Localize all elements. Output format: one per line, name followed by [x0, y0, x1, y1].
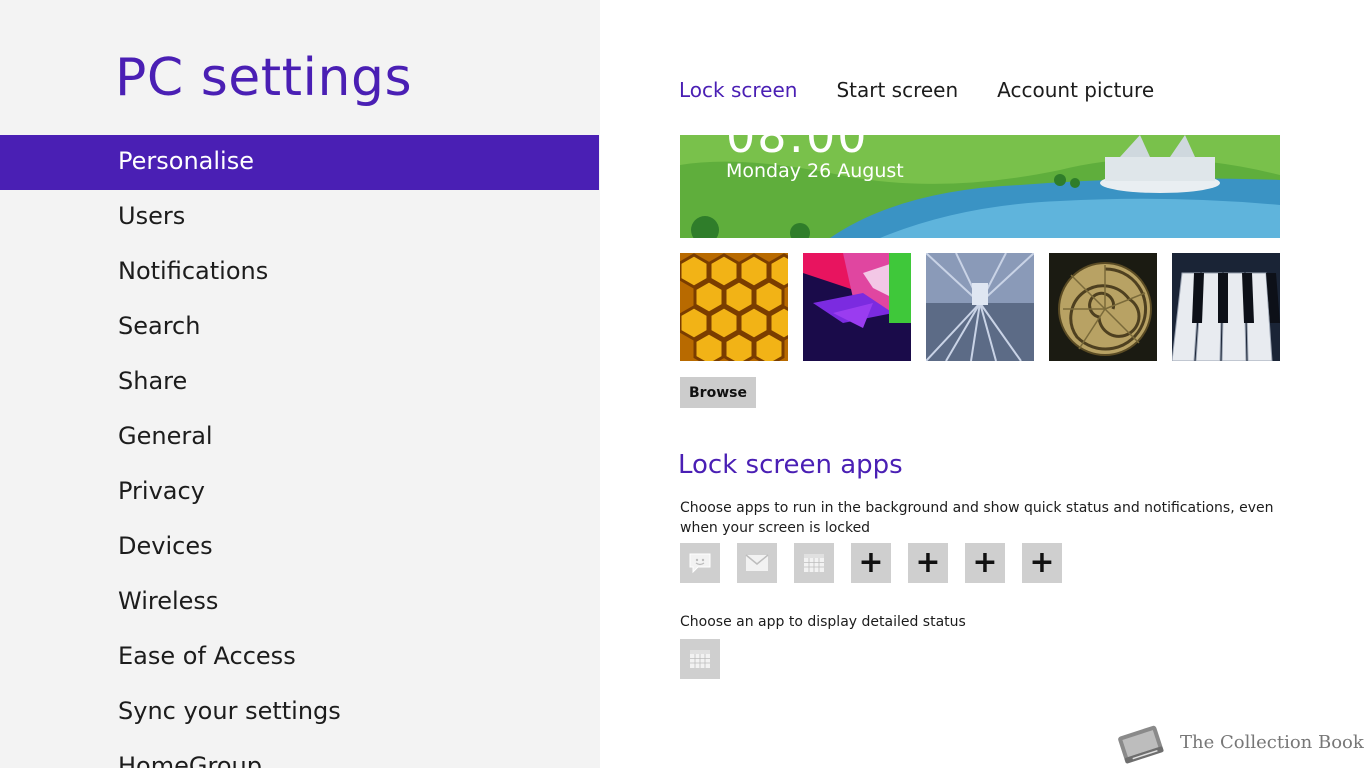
nav-item-search[interactable]: Search — [0, 300, 599, 355]
tab-start-screen[interactable]: Start screen — [836, 78, 958, 102]
detailed-status-app-slot[interactable] — [680, 639, 720, 679]
nav-item-share[interactable]: Share — [0, 355, 599, 410]
detailed-status-label: Choose an app to display detailed status — [680, 614, 966, 630]
lock-screen-app-slots: + + + + — [680, 543, 1062, 583]
nav-item-ease-of-access[interactable]: Ease of Access — [0, 630, 599, 685]
preview-time: 08:00 — [726, 135, 869, 163]
lock-screen-preview: 08:00 Monday 26 August — [680, 135, 1280, 238]
nav-item-privacy[interactable]: Privacy — [0, 465, 599, 520]
book-icon — [1118, 725, 1164, 764]
lock-screen-apps-heading: Lock screen apps — [678, 450, 903, 480]
lock-app-slot-calendar[interactable] — [794, 543, 834, 583]
thumbnail-honeycomb[interactable] — [680, 253, 788, 361]
background-thumbnails — [680, 253, 1280, 361]
lock-app-slot-add-3[interactable]: + — [965, 543, 1005, 583]
nav-list: Personalise Users Notifications Search S… — [0, 135, 599, 768]
nav-item-sync[interactable]: Sync your settings — [0, 685, 599, 740]
nav-item-notifications[interactable]: Notifications — [0, 245, 599, 300]
content-pane: Lock screen Start screen Account picture… — [600, 0, 1366, 768]
nav-item-personalise[interactable]: Personalise — [0, 135, 599, 190]
messaging-icon — [689, 553, 711, 574]
nav-item-homegroup[interactable]: HomeGroup — [0, 740, 599, 768]
thumbnail-motion-train[interactable] — [926, 253, 1034, 361]
watermark-text: The Collection Book — [1180, 731, 1364, 753]
tab-account-picture[interactable]: Account picture — [997, 78, 1154, 102]
watermark: The Collection Book — [1114, 718, 1364, 766]
nav-item-general[interactable]: General — [0, 410, 599, 465]
app-title: PC settings — [115, 48, 413, 108]
thumbnail-geometric-shapes[interactable] — [803, 253, 911, 361]
lock-app-slot-add-4[interactable]: + — [1022, 543, 1062, 583]
lock-app-slot-add-2[interactable]: + — [908, 543, 948, 583]
mail-icon — [745, 554, 769, 571]
nav-item-users[interactable]: Users — [0, 190, 599, 245]
thumbnail-piano-keys[interactable] — [1172, 253, 1280, 361]
lock-app-slot-mail[interactable] — [737, 543, 777, 583]
preview-date: Monday 26 August — [726, 160, 904, 182]
tab-lock-screen[interactable]: Lock screen — [679, 78, 797, 102]
calendar-icon — [804, 554, 824, 572]
browse-button[interactable]: Browse — [680, 377, 756, 408]
lock-screen-apps-description: Choose apps to run in the background and… — [680, 500, 1274, 536]
nav-item-wireless[interactable]: Wireless — [0, 575, 599, 630]
sidebar: PC settings Personalise Users Notificati… — [0, 0, 600, 768]
thumbnail-nautilus-shell[interactable] — [1049, 253, 1157, 361]
nav-item-devices[interactable]: Devices — [0, 520, 599, 575]
calendar-icon — [690, 650, 710, 668]
lock-app-slot-messaging[interactable] — [680, 543, 720, 583]
lock-app-slot-add-1[interactable]: + — [851, 543, 891, 583]
tab-bar: Lock screen Start screen Account picture — [679, 78, 1154, 102]
